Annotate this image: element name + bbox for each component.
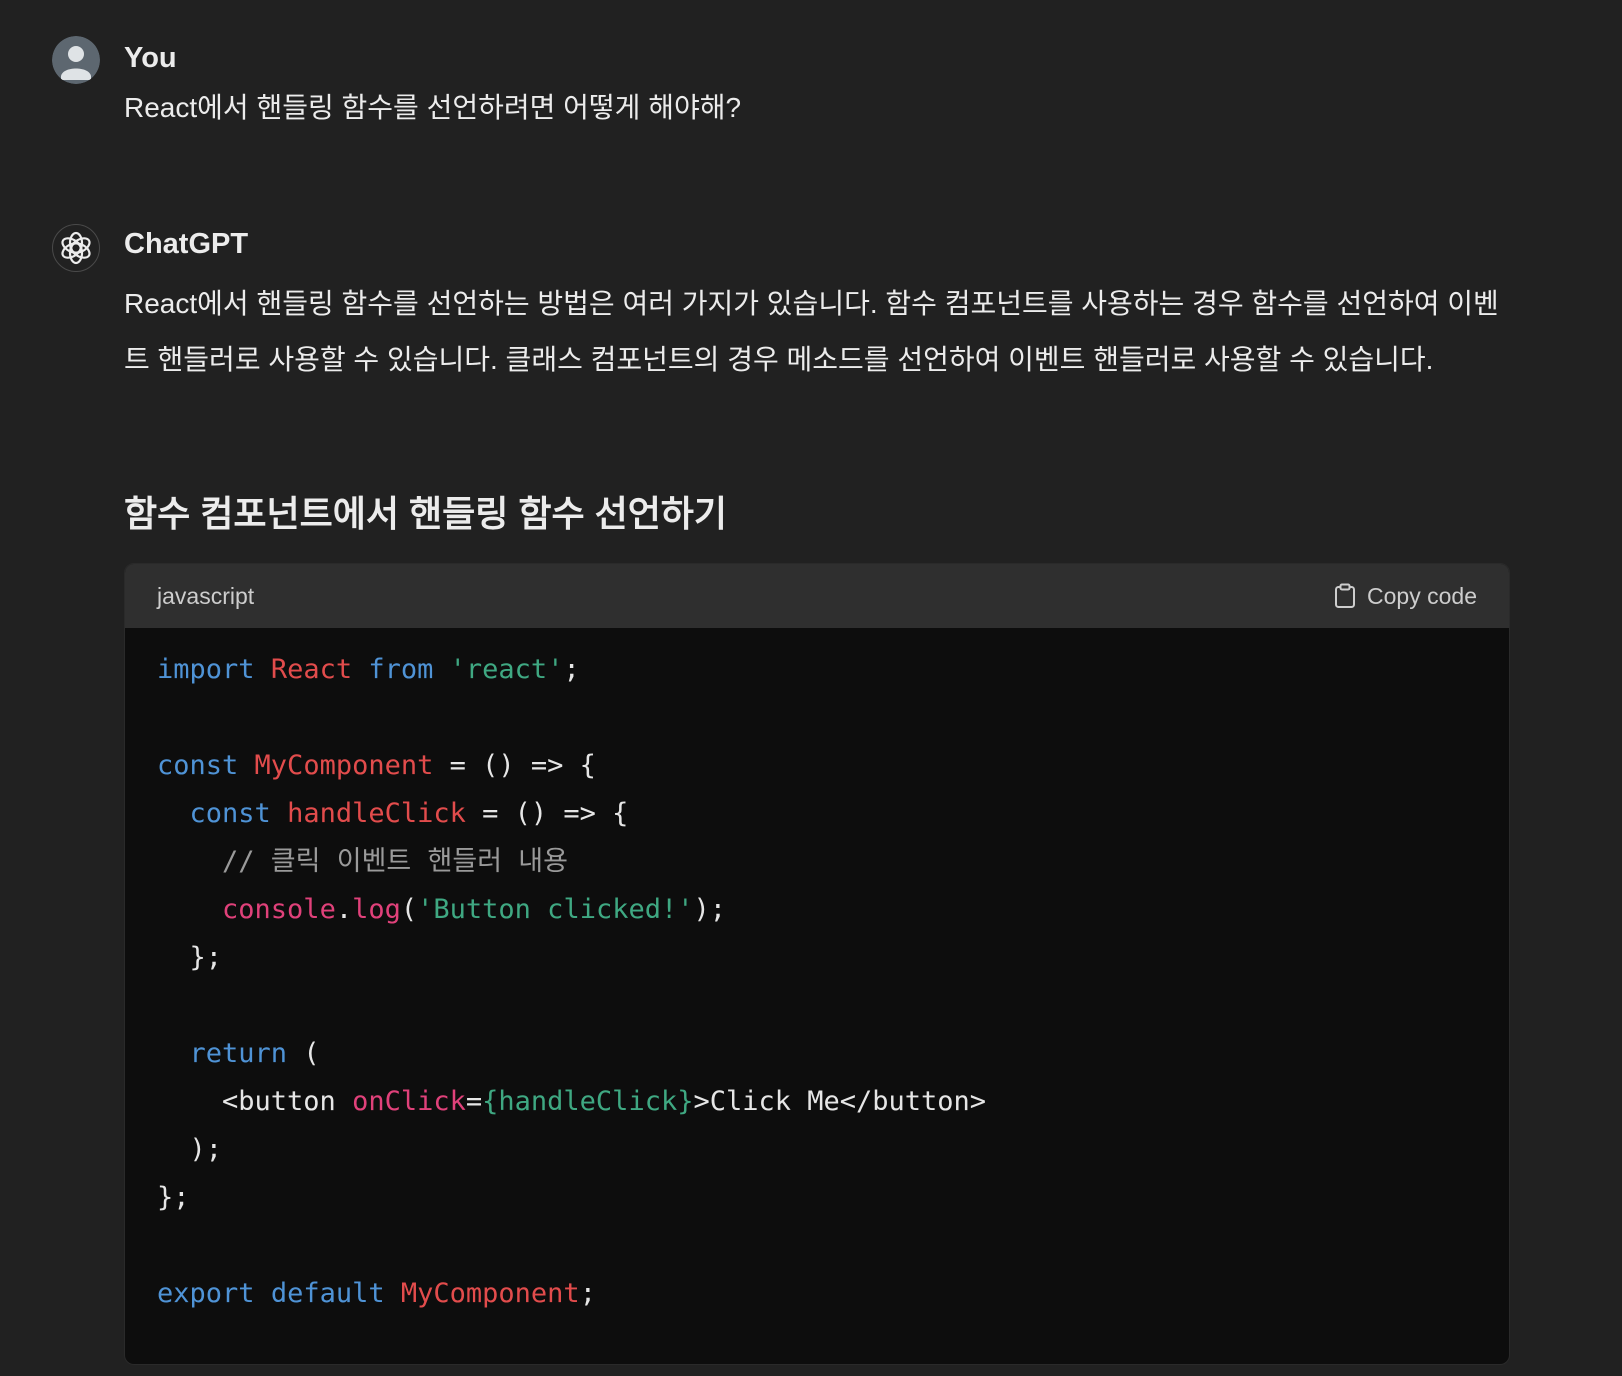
- code-token-console: console: [222, 894, 336, 925]
- code-token-plain: };: [157, 942, 223, 973]
- code-token-keyword: export: [157, 1278, 255, 1309]
- code-token-plain: <button: [157, 1086, 353, 1117]
- code-token-string: {handleClick}: [482, 1086, 694, 1117]
- code-token-plain: (: [287, 1038, 320, 1069]
- code-token-plain: =: [465, 1086, 483, 1117]
- code-token-plain: ;: [579, 1278, 596, 1309]
- code-token-plain: = () => {: [433, 750, 596, 781]
- code-token-ident: MyComponent: [254, 750, 434, 781]
- code-token-attr: onClick: [352, 1086, 466, 1117]
- code-token-plain: );: [693, 894, 726, 925]
- code-line: // 클릭 이벤트 핸들러 내용: [157, 838, 1477, 886]
- code-line: <button onClick={handleClick}>Click Me</…: [157, 1078, 1477, 1126]
- code-line: };: [157, 1174, 1477, 1222]
- code-language-label: javascript: [157, 583, 255, 609]
- clipboard-icon: [1333, 583, 1357, 609]
- code-token-plain: );: [157, 1134, 223, 1165]
- code-body: import React from 'react'; const MyCompon…: [125, 628, 1509, 1318]
- copy-code-label: Copy code: [1367, 582, 1477, 609]
- code-token-plain: };: [157, 1182, 190, 1213]
- chatgpt-logo-icon: [52, 224, 100, 272]
- code-line: const MyComponent = () => {: [157, 742, 1477, 790]
- code-token-plain: = () => {: [465, 798, 629, 829]
- code-line: );: [157, 1126, 1477, 1174]
- code-token-string: 'react': [449, 654, 564, 685]
- assistant-heading: 함수 컴포넌트에서 핸들링 함수 선언하기: [124, 493, 728, 534]
- code-block: javascript Copy code import React from '…: [124, 563, 1510, 1365]
- code-line: };: [157, 934, 1477, 982]
- assistant-author-name: ChatGPT: [124, 228, 249, 260]
- code-line: console.log('Button clicked!');: [157, 886, 1477, 934]
- code-token-ident: MyComponent: [400, 1278, 580, 1309]
- code-token-plain: (: [400, 894, 418, 925]
- code-token-comment: // 클릭 이벤트 핸들러 내용: [222, 846, 568, 877]
- code-token-plain: >Click Me</button>: [693, 1086, 987, 1117]
- code-token-ident: handleClick: [287, 798, 466, 829]
- user-avatar-icon: [52, 36, 100, 84]
- code-token-keyword: return: [189, 1038, 288, 1069]
- code-token-plain: .: [335, 894, 353, 925]
- code-line: const handleClick = () => {: [157, 790, 1477, 838]
- code-token-keyword: default: [270, 1278, 385, 1309]
- code-line: import React from 'react';: [157, 646, 1477, 694]
- assistant-paragraph: React에서 핸들링 함수를 선언하는 방법은 여러 가지가 있습니다. 함수…: [124, 288, 1499, 375]
- code-block-header: javascript Copy code: [125, 564, 1509, 628]
- code-line: export default MyComponent;: [157, 1270, 1477, 1318]
- code-token-keyword: import: [157, 654, 255, 685]
- code-token-keyword: const: [189, 798, 271, 829]
- code-token-keyword: const: [157, 750, 239, 781]
- code-token-console: log: [352, 894, 401, 925]
- code-line: return (: [157, 1030, 1477, 1078]
- code-token-ident: React: [270, 654, 353, 685]
- user-message-text: React에서 핸들링 함수를 선언하려면 어떻게 해야해?: [124, 92, 742, 123]
- code-token-string: 'Button clicked!': [417, 894, 694, 925]
- code-token-plain: ;: [563, 654, 580, 685]
- code-token-keyword: from: [368, 654, 434, 685]
- user-author-name: You: [124, 42, 177, 74]
- copy-code-button[interactable]: Copy code: [1333, 564, 1477, 628]
